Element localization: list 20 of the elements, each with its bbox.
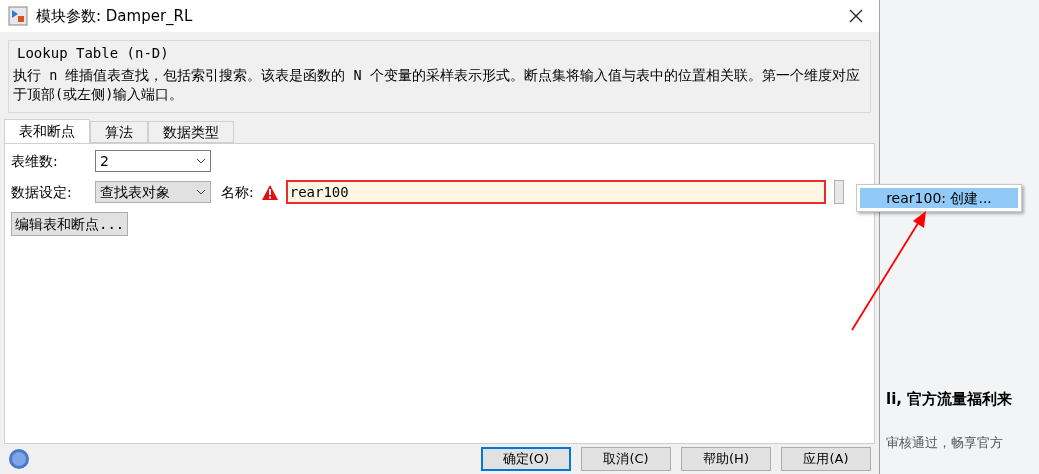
page-text: 审核通过，畅享官方 [886,433,1004,452]
suggestion-item[interactable]: rear100: 创建... [860,188,1018,208]
page-heading: li, 官方流量福利来 [886,389,1014,410]
window-title: 模块参数: Damper_RL [36,5,193,27]
dialog-button[interactable]: 帮助(H) [681,447,771,471]
tab[interactable]: 表和断点 [4,119,90,143]
dialog-button[interactable]: 取消(C) [581,447,671,471]
tab[interactable]: 数据类型 [148,121,234,143]
data-spec-dropdown[interactable]: 查找表对象 [95,181,211,203]
edit-table-button[interactable]: 编辑表和断点... [11,212,129,236]
name-field[interactable]: rear100 [285,180,826,204]
block-description: 执行 n 维插值表查找，包括索引搜索。该表是函数的 N 个变量的采样表示形式。断点集将输入值与表中的位置相关联。第一个维度对应于顶部(或左侧)输入端口。 [13,66,861,104]
block-type-heading: Lookup Table (n-D) [16,44,170,63]
dialog-button[interactable]: 应用(A) [781,447,871,471]
field-label: 数据设定: [11,182,73,202]
dialog-button[interactable]: 确定(O) [481,447,571,471]
tab[interactable]: 算法 [90,121,148,143]
field-label: 名称: [221,182,254,202]
dimensions-dropdown[interactable]: 2 [95,150,211,172]
field-label: 表维数: [11,151,59,171]
